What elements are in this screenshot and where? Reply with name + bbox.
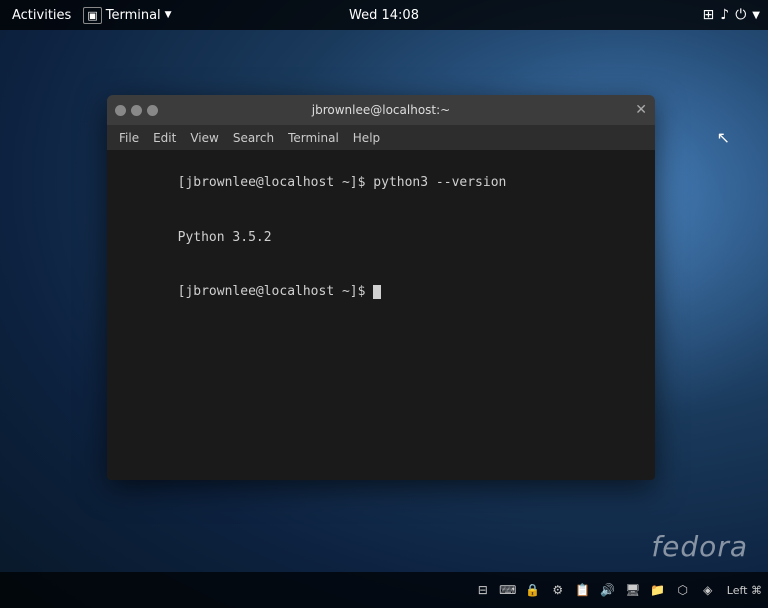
dot-3: [147, 105, 158, 116]
menu-search[interactable]: Search: [227, 129, 280, 147]
taskbar: ⊟ ⌨ 🔒 ⚙ 📋 🔊 🖥 📁 ⬡ ◈ Left ⌘: [0, 572, 768, 608]
titlebar-title: jbrownlee@localhost:~: [312, 103, 450, 117]
terminal-line-2: Python 3.5.2: [115, 211, 647, 266]
network-icon[interactable]: ⊞: [703, 7, 715, 23]
terminal-cursor: [373, 285, 381, 299]
top-bar-left: Activities ▣ Terminal ▼: [8, 7, 172, 24]
desktop-mouse-cursor: ↖: [717, 128, 730, 147]
dot-2: [131, 105, 142, 116]
terminal-line-3: [jbrownlee@localhost ~]$: [115, 265, 647, 320]
fedora-logo: fedora: [651, 530, 748, 563]
taskbar-icon-4[interactable]: ⚙: [547, 579, 569, 601]
terminal-window: jbrownlee@localhost:~ ✕ File Edit View S…: [107, 95, 655, 480]
menu-edit[interactable]: Edit: [147, 129, 182, 147]
terminal-titlebar: jbrownlee@localhost:~ ✕: [107, 95, 655, 125]
taskbar-icon-8[interactable]: 📁: [647, 579, 669, 601]
power-icon[interactable]: ⏻: [735, 7, 746, 23]
taskbar-icon-2[interactable]: ⌨: [497, 579, 519, 601]
dropdown-arrow-icon: ▼: [165, 10, 172, 20]
menu-file[interactable]: File: [113, 129, 145, 147]
top-bar-right: ⊞ ♪ ⏻ ▼: [703, 7, 760, 23]
close-button[interactable]: ✕: [635, 102, 647, 118]
menu-terminal[interactable]: Terminal: [282, 129, 345, 147]
menu-help[interactable]: Help: [347, 129, 386, 147]
terminal-taskbar-button[interactable]: ▣ Terminal ▼: [83, 7, 171, 24]
dropdown-system-icon[interactable]: ▼: [752, 10, 760, 21]
dot-1: [115, 105, 126, 116]
activities-button[interactable]: Activities: [8, 8, 75, 23]
terminal-line-1: [jbrownlee@localhost ~]$ python3 --versi…: [115, 156, 647, 211]
taskbar-icon-9[interactable]: ⬡: [672, 579, 694, 601]
menu-view[interactable]: View: [184, 129, 224, 147]
taskbar-icon-1[interactable]: ⊟: [472, 579, 494, 601]
taskbar-icon-10[interactable]: ◈: [697, 579, 719, 601]
top-bar: Activities ▣ Terminal ▼ Wed 14:08 ⊞ ♪ ⏻ …: [0, 0, 768, 30]
terminal-menubar: File Edit View Search Terminal Help: [107, 125, 655, 150]
top-bar-clock: Wed 14:08: [349, 8, 419, 23]
terminal-content[interactable]: [jbrownlee@localhost ~]$ python3 --versi…: [107, 150, 655, 480]
taskbar-icon-5[interactable]: 📋: [572, 579, 594, 601]
taskbar-icon-3[interactable]: 🔒: [522, 579, 544, 601]
desktop: Activities ▣ Terminal ▼ Wed 14:08 ⊞ ♪ ⏻ …: [0, 0, 768, 608]
taskbar-icon-6[interactable]: 🔊: [597, 579, 619, 601]
terminal-icon: ▣: [83, 7, 101, 24]
taskbar-icon-7[interactable]: 🖥: [622, 579, 644, 601]
taskbar-label: Left ⌘: [727, 584, 762, 597]
volume-icon[interactable]: ♪: [720, 7, 729, 23]
titlebar-controls: [115, 105, 158, 116]
